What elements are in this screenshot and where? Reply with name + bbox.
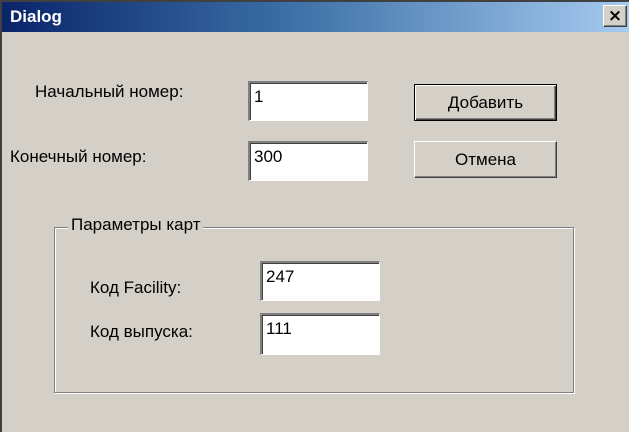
dialog-window: Dialog × Начальный номер: 1 Конечный ном… [0,0,629,432]
end-number-label: Конечный номер: [10,147,147,166]
title-bar[interactable]: Dialog × [2,2,629,32]
facility-code-input[interactable]: 247 [260,261,380,301]
end-number-input[interactable]: 300 [248,141,368,181]
issue-code-input[interactable]: 111 [260,313,380,355]
card-params-title: Параметры карт [68,215,204,235]
start-number-label: Начальный номер: [35,82,184,101]
close-button[interactable]: × [603,5,627,27]
facility-code-label: Код Facility: [90,278,182,297]
cancel-button[interactable]: Отмена [414,141,557,178]
start-number-input[interactable]: 1 [248,81,368,121]
window-title: Dialog [10,7,62,26]
add-button[interactable]: Добавить [414,84,557,121]
close-icon: × [607,6,623,26]
issue-code-label: Код выпуска: [90,322,193,341]
card-params-group [54,227,574,393]
